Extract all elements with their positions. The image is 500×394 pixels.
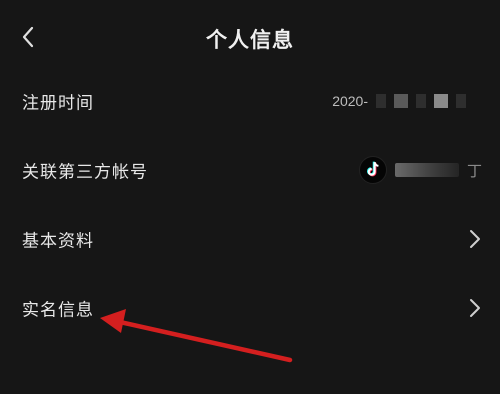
- annotation-arrow: [100, 309, 293, 363]
